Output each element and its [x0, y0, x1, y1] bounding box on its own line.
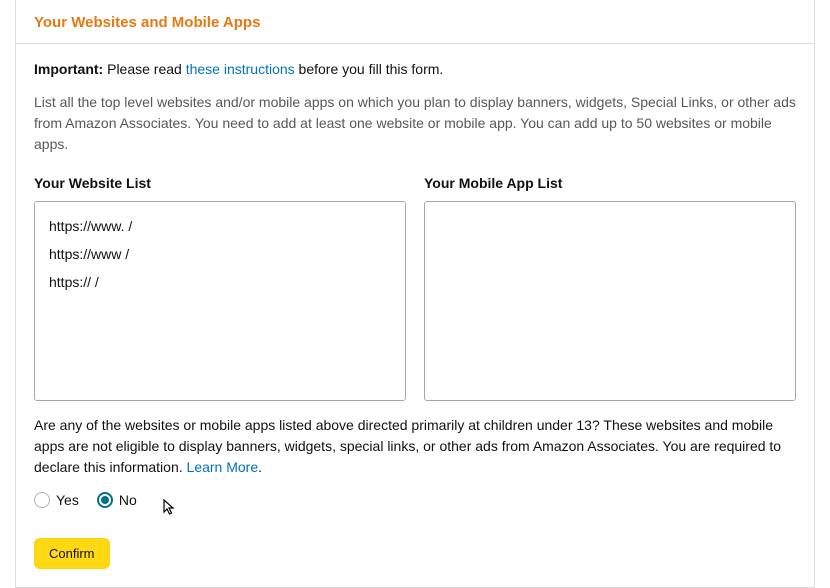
intro-before: Please read: [103, 61, 186, 77]
description-text: List all the top level websites and/or m…: [34, 92, 796, 155]
radio-group: Yes No: [34, 492, 796, 508]
radio-dot-icon: [101, 496, 109, 504]
list-item[interactable]: https:// /: [49, 268, 391, 296]
radio-icon: [34, 492, 50, 508]
website-list-label: Your Website List: [34, 175, 406, 191]
confirm-button[interactable]: Confirm: [34, 538, 110, 569]
mobile-list-label: Your Mobile App List: [424, 175, 796, 191]
intro-after: before you fill this form.: [295, 61, 444, 77]
website-column: Your Website List https://www. / https:/…: [34, 175, 406, 401]
lists-row: Your Website List https://www. / https:/…: [34, 175, 796, 401]
form-panel: Your Websites and Mobile Apps Important:…: [15, 0, 815, 588]
important-label: Important:: [34, 61, 103, 77]
question-body: Are any of the websites or mobile apps l…: [34, 417, 781, 475]
radio-yes-label: Yes: [56, 492, 79, 508]
radio-no[interactable]: No: [97, 492, 137, 508]
website-list-box[interactable]: https://www. / https://www / https:// /: [34, 201, 406, 401]
panel-content: Important: Please read these instruction…: [16, 44, 814, 587]
mobile-list-box[interactable]: [424, 201, 796, 401]
question-text: Are any of the websites or mobile apps l…: [34, 415, 796, 478]
radio-icon: [97, 492, 113, 508]
list-item[interactable]: https://www /: [49, 240, 391, 268]
intro-text: Important: Please read these instruction…: [34, 60, 796, 80]
panel-header: Your Websites and Mobile Apps: [16, 0, 814, 44]
mobile-column: Your Mobile App List: [424, 175, 796, 401]
list-item[interactable]: https://www. /: [49, 212, 391, 240]
radio-no-label: No: [119, 492, 137, 508]
instructions-link[interactable]: these instructions: [186, 61, 295, 77]
learn-more-link[interactable]: Learn More: [187, 459, 259, 475]
radio-yes[interactable]: Yes: [34, 492, 79, 508]
page-title: Your Websites and Mobile Apps: [34, 14, 796, 31]
question-period: .: [258, 459, 262, 475]
